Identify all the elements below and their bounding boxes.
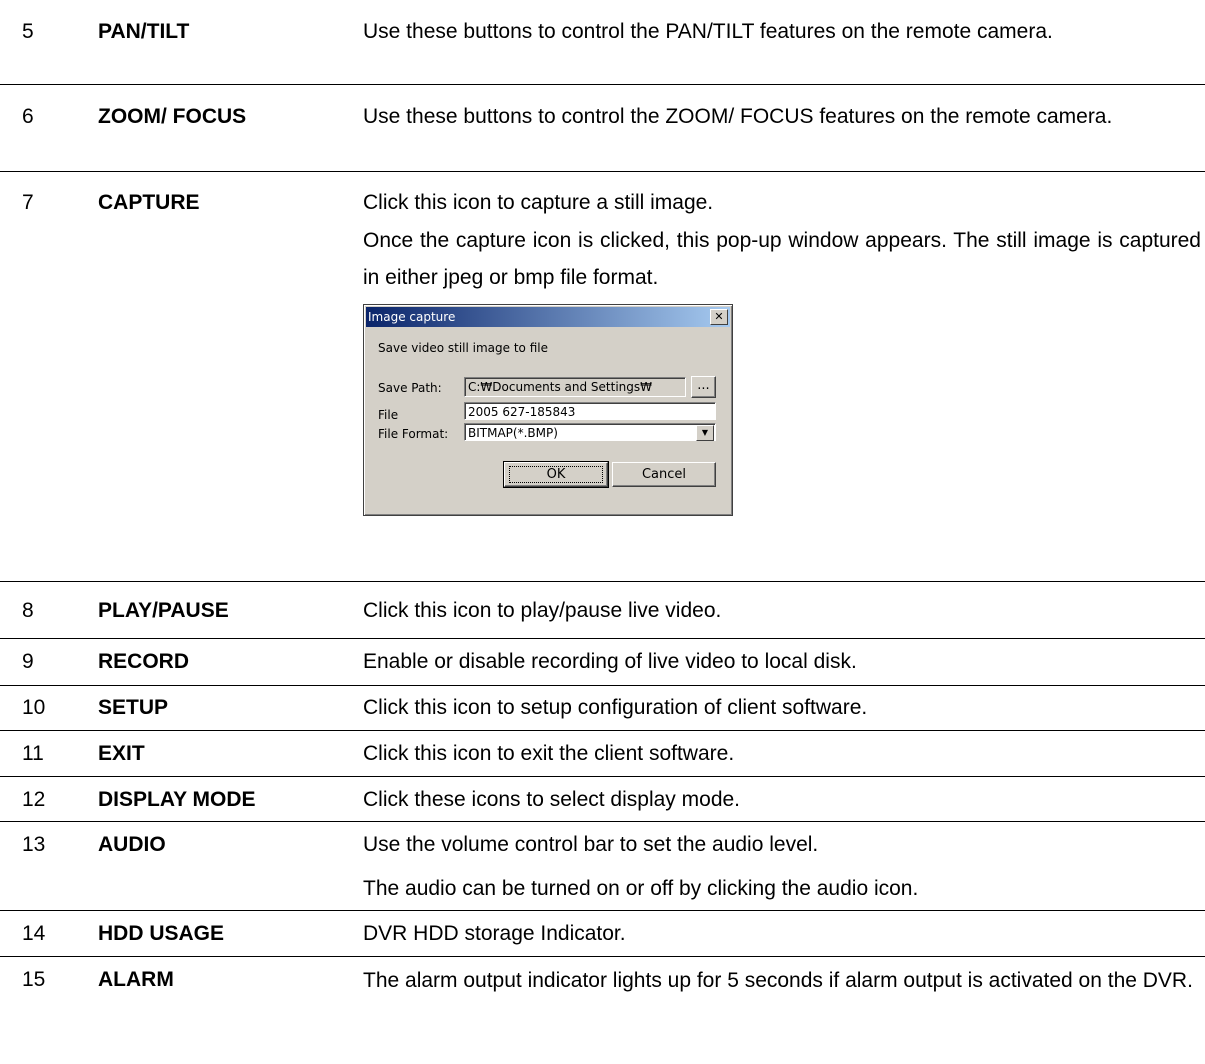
table-row: 15 ALARM The alarm output indicator ligh… — [0, 957, 1205, 1049]
row-description: DVR HDD storage Indicator. — [363, 911, 1201, 952]
description-text: Enable or disable recording of live vide… — [363, 650, 857, 673]
row-description: Click this icon to play/pause live video… — [363, 582, 1201, 629]
table-row: 6 ZOOM/ FOCUS Use these buttons to contr… — [0, 85, 1205, 172]
row-feature-name: SETUP — [98, 696, 169, 719]
file-format-select[interactable]: BITMAP(*.BMP) ▼ — [464, 423, 716, 441]
row-number: 15 — [22, 968, 46, 991]
cancel-button-label: Cancel — [641, 467, 687, 482]
row-feature-name: PLAY/PAUSE — [98, 599, 229, 622]
row-number: 14 — [22, 922, 46, 945]
row-description: Click this icon to setup configuration o… — [363, 686, 1201, 726]
row-feature-name: AUDIO — [98, 833, 166, 856]
row-description: Use these buttons to control the ZOOM/ F… — [363, 85, 1201, 135]
file-format-value: BITMAP(*.BMP) — [468, 426, 558, 440]
table-row: 9 RECORD Enable or disable recording of … — [0, 639, 1205, 686]
row-description: Click these icons to select display mode… — [363, 777, 1201, 818]
table-row: 7 CAPTURE Click this icon to capture a s… — [0, 172, 1205, 582]
row-description: Use the volume control bar to set the au… — [363, 822, 1201, 907]
description-text: Click this icon to setup configuration o… — [363, 696, 868, 719]
file-label: File — [378, 408, 399, 422]
chevron-down-icon[interactable]: ▼ — [696, 425, 714, 441]
row-number: 8 — [22, 599, 34, 622]
row-feature-name: EXIT — [98, 742, 145, 765]
row-number: 13 — [22, 833, 46, 856]
row-feature-name: RECORD — [98, 650, 190, 673]
table-row: 5 PAN/TILT Use these buttons to control … — [0, 0, 1205, 85]
row-number: 12 — [22, 788, 46, 811]
description-text: Use the volume control bar to set the au… — [363, 833, 819, 856]
file-name-field[interactable]: 2005 627-185843 — [464, 402, 716, 420]
row-description: Enable or disable recording of live vide… — [363, 639, 1201, 680]
save-path-label: Save Path: — [378, 381, 442, 395]
row-number: 5 — [22, 20, 34, 43]
row-number: 11 — [22, 742, 44, 765]
table-row: 14 HDD USAGE DVR HDD storage Indicator. — [0, 911, 1205, 957]
row-number: 9 — [22, 650, 34, 673]
description-text: The alarm output indicator lights up for… — [363, 969, 1193, 992]
description-text: Once the capture icon is clicked, this p… — [363, 229, 1201, 289]
row-feature-name: DISPLAY MODE — [98, 788, 256, 811]
row-description: Click this icon to exit the client softw… — [363, 731, 1201, 772]
file-format-label: File Format: — [378, 427, 449, 441]
description-text: The audio can be turned on or off by cli… — [363, 877, 919, 900]
table-row: 8 PLAY/PAUSE Click this icon to play/pau… — [0, 582, 1205, 639]
description-text: Use these buttons to control the PAN/TIL… — [363, 20, 1053, 43]
row-feature-name: HDD USAGE — [98, 922, 225, 945]
row-description: Click this icon to capture a still image… — [363, 172, 1201, 516]
description-text: Click this icon to play/pause live video… — [363, 599, 722, 622]
ok-button[interactable]: OK — [503, 461, 609, 488]
row-feature-name: ZOOM/ FOCUS — [98, 105, 247, 128]
row-description: The alarm output indicator lights up for… — [363, 957, 1201, 1001]
table-row: 10 SETUP Click this icon to setup config… — [0, 686, 1205, 731]
table-row: 12 DISPLAY MODE Click these icons to sel… — [0, 777, 1205, 822]
row-number: 6 — [22, 105, 34, 128]
focus-outline — [509, 466, 603, 483]
description-text: DVR HDD storage Indicator. — [363, 922, 626, 945]
dialog-titlebar: Image capture ✕ — [366, 307, 730, 327]
cancel-button[interactable]: Cancel — [612, 462, 716, 487]
description-text: Click this icon to capture a still image… — [363, 191, 714, 214]
table-row: 11 EXIT Click this icon to exit the clie… — [0, 731, 1205, 777]
description-text: Use these buttons to control the ZOOM/ F… — [363, 105, 1113, 128]
close-icon[interactable]: ✕ — [710, 309, 728, 325]
row-description: Use these buttons to control the PAN/TIL… — [363, 0, 1201, 50]
row-number: 7 — [22, 191, 34, 214]
dialog-title: Image capture — [368, 310, 456, 324]
table-row: 13 AUDIO Use the volume control bar to s… — [0, 822, 1205, 911]
row-number: 10 — [22, 696, 46, 719]
description-table: 5 PAN/TILT Use these buttons to control … — [0, 0, 1205, 1049]
browse-button[interactable]: ... — [691, 376, 716, 398]
row-feature-name: CAPTURE — [98, 191, 200, 214]
row-feature-name: ALARM — [98, 968, 174, 991]
description-text: Click these icons to select display mode… — [363, 788, 741, 811]
dialog-message: Save video still image to file — [378, 341, 548, 355]
image-capture-dialog: Image capture ✕ Save video still image t… — [363, 304, 733, 516]
row-feature-name: PAN/TILT — [98, 20, 190, 43]
description-text: Click this icon to exit the client softw… — [363, 742, 735, 765]
save-path-field[interactable]: C:₩Documents and Settings₩ — [464, 377, 686, 397]
